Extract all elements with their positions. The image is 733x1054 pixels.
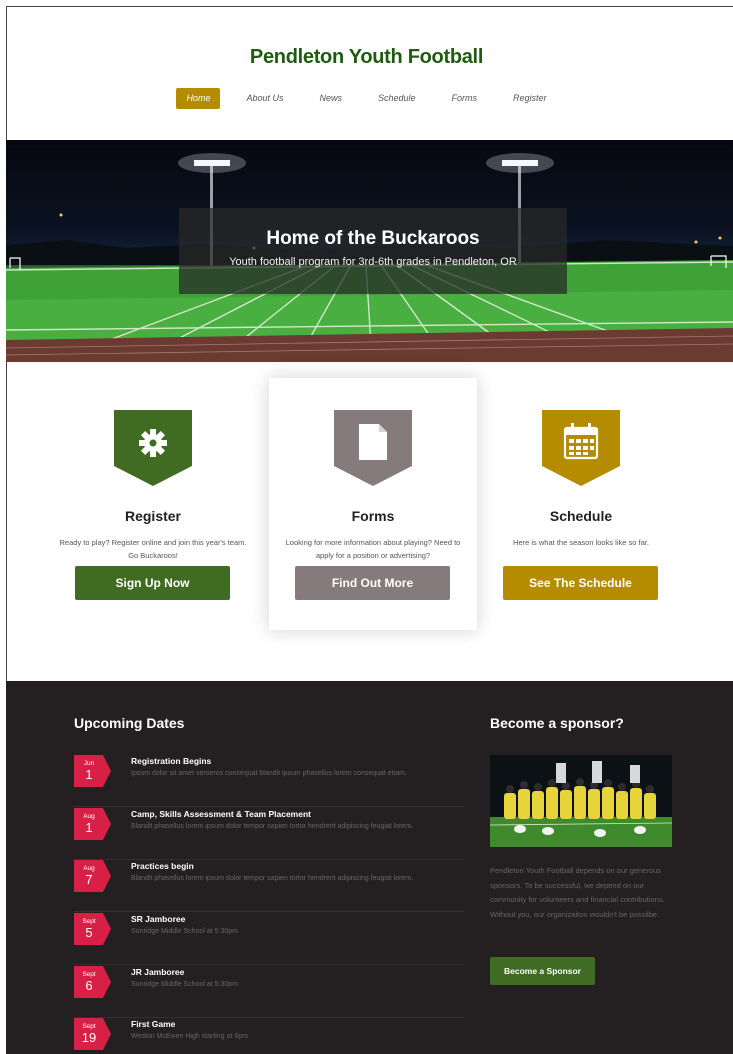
nav-register[interactable]: Register (503, 88, 557, 109)
nav-schedule[interactable]: Schedule (368, 88, 426, 109)
event-title: First Game (131, 1019, 176, 1029)
see-the-schedule-button[interactable]: See The Schedule (503, 566, 658, 600)
feature-card-schedule: Schedule Here is what the season looks l… (477, 378, 685, 630)
feature-card-register: Register Ready to play? Register online … (49, 378, 257, 630)
event-title: SR Jamboree (131, 914, 186, 924)
event-title: Camp, Skills Assessment & Team Placement (131, 809, 311, 819)
hero-subtitle: Youth football program for 3rd-6th grade… (229, 256, 517, 268)
find-out-more-button[interactable]: Find Out More (295, 566, 450, 600)
hero-caption: Home of the Buckaroos Youth football pro… (179, 208, 567, 294)
event-month: Sept (82, 971, 96, 978)
event-item[interactable]: Sept 19 First Game Weston McEwen High st… (74, 1018, 464, 1054)
dates-sponsor-section: Upcoming Dates Jun 1 Registration Begins… (6, 681, 733, 1054)
event-description: Ipsum dolor sit amet veroeros consequat … (131, 770, 407, 777)
nav-about-us[interactable]: About Us (236, 88, 293, 109)
event-item[interactable]: Sept 6 JR Jamboree Sunridge Middle Schoo… (74, 966, 464, 1018)
sign-up-now-button[interactable]: Sign Up Now (75, 566, 230, 600)
event-item[interactable]: Aug 7 Practices begin Blandit phasellus … (74, 860, 464, 912)
event-description: Weston McEwen High starting at 6pm (131, 1033, 248, 1040)
feature-text: Looking for more information about playi… (285, 538, 461, 560)
hero-title: Home of the Buckaroos (266, 228, 480, 249)
feature-title: Register (124, 508, 182, 524)
event-description: Blandit phasellus lorem ipsum dolor temp… (131, 875, 414, 882)
nav-home[interactable]: Home (176, 88, 221, 109)
nav-forms[interactable]: Forms (442, 88, 488, 109)
event-title: JR Jamboree (131, 967, 185, 977)
become-a-sponsor-button[interactable]: Become a Sponsor (490, 957, 595, 985)
event-description: Sunridge Middle School at 5:30pm (131, 981, 239, 988)
nav-news[interactable]: News (309, 88, 352, 109)
feature-title: Schedule (549, 508, 613, 524)
gear-icon (114, 410, 192, 486)
event-title: Practices begin (131, 861, 194, 871)
main-nav: Home About Us News Schedule Forms Regist… (0, 88, 733, 109)
upcoming-dates-heading: Upcoming Dates (74, 715, 185, 731)
feature-title: Forms (351, 508, 395, 524)
event-day: 1 (85, 767, 93, 782)
event-item[interactable]: Jun 1 Registration Begins Ipsum dolor si… (74, 755, 464, 807)
event-item[interactable]: Sept 5 SR Jamboree Sunridge Middle Schoo… (74, 913, 464, 965)
event-day: 5 (85, 925, 93, 940)
event-month: Sept (82, 1023, 96, 1030)
event-item[interactable]: Aug 1 Camp, Skills Assessment & Team Pla… (74, 808, 464, 860)
event-day: 1 (85, 820, 93, 835)
event-day: 6 (85, 978, 93, 993)
event-day: 7 (85, 872, 93, 887)
feature-text: Ready to play? Register online and join … (59, 538, 247, 560)
calendar-icon (542, 410, 620, 486)
sponsor-description: Pendleton Youth Football depends on our … (490, 866, 665, 919)
sponsor-heading: Become a sponsor? (490, 715, 624, 731)
event-title: Registration Begins (131, 756, 212, 766)
hero-banner: Home of the Buckaroos Youth football pro… (6, 140, 733, 362)
feature-text: Here is what the season looks like so fa… (513, 538, 649, 547)
event-month: Aug (83, 865, 95, 872)
event-day: 19 (81, 1030, 97, 1045)
document-icon (334, 410, 412, 486)
event-month: Jun (83, 760, 95, 767)
event-month: Aug (83, 813, 95, 820)
feature-card-forms: Forms Looking for more information about… (269, 378, 477, 630)
site-title[interactable]: Pendleton Youth Football (0, 46, 733, 69)
event-month: Sept (82, 918, 96, 925)
team-photo (490, 755, 672, 847)
event-description: Sunridge Middle School at 5:30pm (131, 928, 239, 935)
event-description: Blandit phasellus lorem ipsum dolor temp… (131, 823, 414, 830)
